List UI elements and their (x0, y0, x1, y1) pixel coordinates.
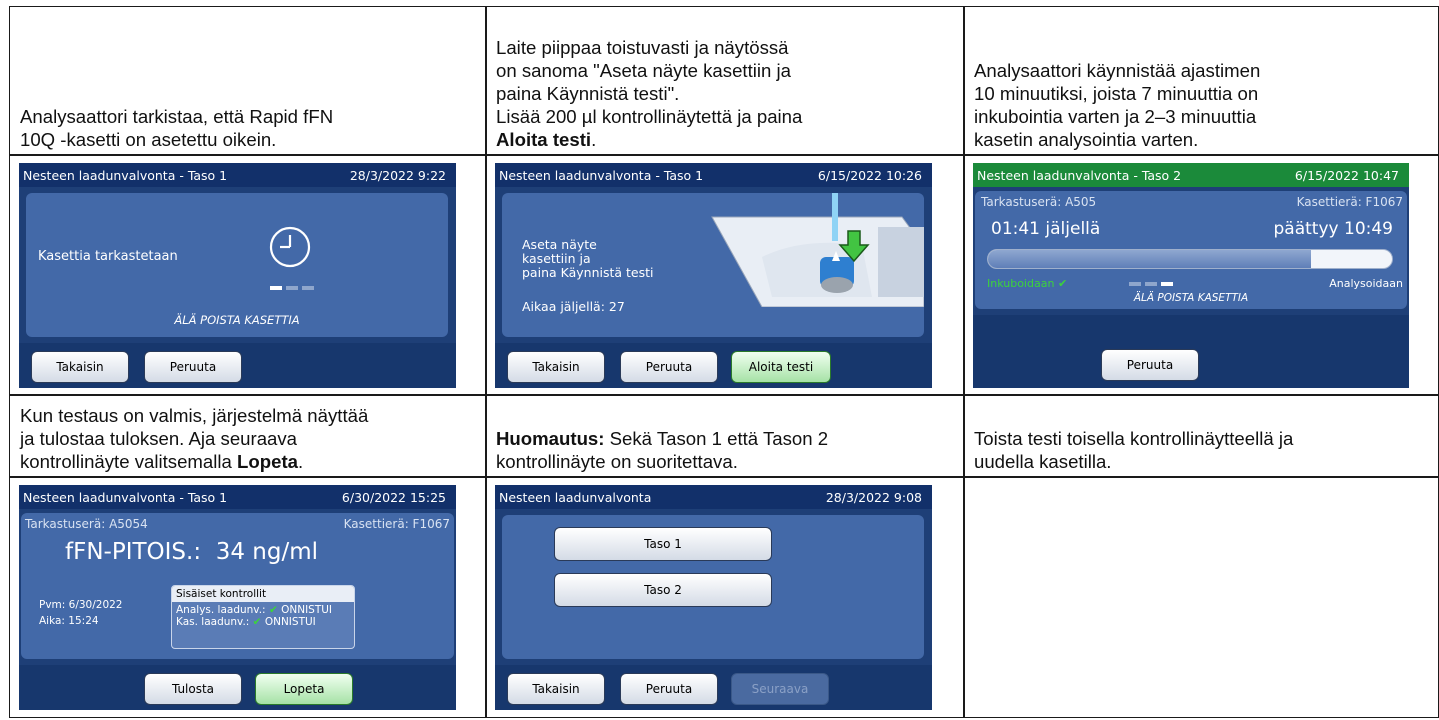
cassette-pipette-icon (711, 193, 924, 307)
level-1-button[interactable]: Taso 1 (554, 527, 772, 561)
note-label: Huomautus: (496, 428, 605, 449)
status-bar: Nesteen laadunvalvonta - Taso 1 6/30/202… (19, 485, 456, 509)
step6-text-cell: Toista testi toisella kontrollinäytteell… (963, 394, 1439, 478)
step2-text: Laite piippaa toistuvasti ja näytössä on… (496, 37, 803, 150)
step4-text-cell: Kun testaus on valmis, järjestelmä näytt… (9, 394, 487, 478)
result-panel: Tarkastuserä: A5054 Kasettierä: F1067 fF… (21, 513, 454, 659)
message-panel: Aseta näyte kasettiin ja paina Käynnistä… (502, 193, 924, 337)
timer-panel: Tarkastuserä: A505 Kasettierä: F1067 01:… (975, 191, 1407, 309)
progress-fill (988, 250, 1312, 268)
start-test-bold: Aloita testi (496, 129, 592, 150)
timer-screen: Nesteen laadunvalvonta - Taso 2 6/15/202… (973, 163, 1409, 388)
checking-cassette-screen: Nesteen laadunvalvonta - Taso 1 28/3/202… (19, 163, 456, 388)
progress-dots (270, 286, 314, 290)
warning-text: ÄLÄ POISTA KASETTIA (1133, 292, 1249, 304)
cancel-button[interactable]: Peruuta (620, 351, 718, 383)
step4-text: Kun testaus on valmis, järjestelmä näytt… (20, 405, 369, 472)
step5-text-cell: Huomautus: Sekä Tason 1 että Tason 2 kon… (485, 394, 965, 478)
phase-dots (1129, 282, 1173, 286)
check-icon: ✔ (252, 616, 262, 628)
result-value: fFN-PITOIS.: 34 ng/ml (65, 539, 318, 565)
status-bar: Nesteen laadunvalvonta - Taso 1 6/15/202… (495, 163, 932, 187)
step3-text: Analysaattori käynnistää ajastimen 10 mi… (974, 60, 1261, 150)
note-text: Huomautus: Sekä Tason 1 että Tason 2 kon… (496, 428, 829, 472)
check-icon: ✔ (1057, 277, 1068, 290)
level-panel: Taso 1 Taso 2 (502, 515, 924, 659)
step4-screen-cell: Nesteen laadunvalvonta - Taso 1 6/30/202… (9, 476, 487, 718)
cancel-button[interactable]: Peruuta (620, 673, 718, 705)
step1-screen-cell: Nesteen laadunvalvonta - Taso 1 28/3/202… (9, 154, 487, 396)
status-bar: Nesteen laadunvalvonta - Taso 2 6/15/202… (973, 163, 1409, 187)
message-panel: Kasettia tarkastetaan ÄLÄ POISTA KASETTI… (26, 193, 448, 337)
status-bar: Nesteen laadunvalvonta 28/3/2022 9:08 (495, 485, 932, 509)
back-button[interactable]: Takaisin (507, 351, 605, 383)
next-button[interactable]: Seuraava (731, 673, 829, 705)
instruction-table: Analysaattori tarkistaa, että Rapid fFN … (9, 6, 1439, 718)
step1-text: Analysaattori tarkistaa, että Rapid fFN … (20, 106, 334, 150)
incubating-label: Inkuboidaan ✔ (987, 277, 1068, 290)
empty-cell (963, 476, 1439, 718)
step2-text-cell: Laite piippaa toistuvasti ja näytössä on… (485, 6, 965, 156)
finish-button[interactable]: Lopeta (255, 673, 353, 705)
status-bar: Nesteen laadunvalvonta - Taso 1 28/3/202… (19, 163, 456, 187)
step3-screen-cell: Nesteen laadunvalvonta - Taso 2 6/15/202… (963, 154, 1439, 396)
step6-text: Toista testi toisella kontrollinäytteell… (974, 428, 1294, 472)
start-test-button[interactable]: Aloita testi (731, 351, 831, 383)
step5-screen-cell: Nesteen laadunvalvonta 28/3/2022 9:08 Ta… (485, 476, 965, 718)
check-icon: ✔ (268, 604, 278, 616)
cancel-button[interactable]: Peruuta (144, 351, 242, 383)
warning-text: ÄLÄ POISTA KASETTIA (174, 313, 300, 327)
clock-icon (269, 226, 311, 268)
level-2-button[interactable]: Taso 2 (554, 573, 772, 607)
step1-text-cell: Analysaattori tarkistaa, että Rapid fFN … (9, 6, 487, 156)
back-button[interactable]: Takaisin (507, 673, 605, 705)
finish-bold: Lopeta (237, 451, 298, 472)
level-select-screen: Nesteen laadunvalvonta 28/3/2022 9:08 Ta… (495, 485, 932, 710)
back-button[interactable]: Takaisin (31, 351, 129, 383)
step3-text-cell: Analysaattori käynnistää ajastimen 10 mi… (963, 6, 1439, 156)
print-button[interactable]: Tulosta (144, 673, 242, 705)
step2-screen-cell: Nesteen laadunvalvonta - Taso 1 6/15/202… (485, 154, 965, 396)
internal-controls-box: Sisäiset kontrollit Analys. laadunv.: ✔ … (171, 585, 355, 649)
insert-sample-screen: Nesteen laadunvalvonta - Taso 1 6/15/202… (495, 163, 932, 388)
result-screen: Nesteen laadunvalvonta - Taso 1 6/30/202… (19, 485, 456, 710)
cancel-button[interactable]: Peruuta (1101, 349, 1199, 381)
progress-bar (987, 249, 1393, 269)
